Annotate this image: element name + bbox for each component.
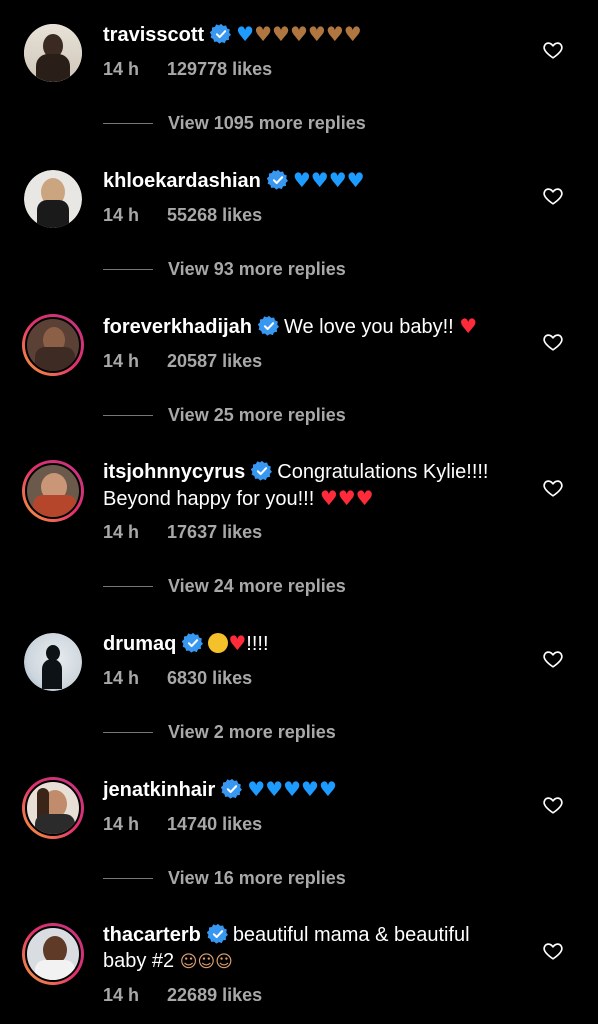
comment-text-line2: Beyond happy for you!!! (103, 488, 315, 510)
heart-outline-icon[interactable] (542, 185, 564, 207)
heart-outline-icon[interactable] (542, 331, 564, 353)
red-heart-emojis: ♥♥♥ (319, 486, 374, 510)
divider-line (103, 732, 153, 733)
comment-time: 14 h (103, 814, 140, 834)
likes-count[interactable]: 20587 likes (167, 351, 262, 371)
username[interactable]: jenatkinhair (103, 779, 215, 801)
username[interactable]: travisscott (103, 24, 204, 46)
username[interactable]: itsjohnnycyrus (103, 461, 245, 483)
username[interactable]: khloekardashian (103, 170, 261, 192)
avatar-story-ring[interactable] (22, 777, 84, 839)
username[interactable]: drumaq (103, 633, 176, 655)
likes-count[interactable]: 6830 likes (167, 668, 252, 688)
view-replies-button[interactable]: View 25 more replies (103, 405, 346, 426)
comment-time: 14 h (103, 205, 140, 225)
comment-time: 14 h (103, 59, 140, 79)
avatar[interactable] (24, 24, 82, 82)
avatar[interactable] (24, 170, 82, 228)
pleading-face-emoji (208, 633, 229, 653)
avatar[interactable] (24, 633, 82, 691)
comment-text: beautiful mama & beautiful (232, 924, 470, 946)
heart-outline-icon[interactable] (542, 39, 564, 61)
blue-heart-emojis: ♥♥♥♥♥ (247, 777, 337, 801)
comment-text: We love you baby!! (283, 316, 454, 338)
username[interactable]: foreverkhadijah (103, 316, 252, 338)
red-heart-emoji: ♥ (228, 631, 247, 655)
verified-badge-icon (182, 632, 204, 654)
verified-badge-icon (221, 778, 243, 800)
verified-badge-icon (207, 923, 229, 945)
divider-line (103, 123, 153, 124)
divider-line (103, 878, 153, 879)
verified-badge-icon (258, 315, 280, 337)
comment-text-line2: baby #2 (103, 950, 175, 972)
view-replies-label: View 93 more replies (168, 259, 346, 279)
likes-count[interactable]: 55268 likes (167, 205, 262, 225)
divider-line (103, 269, 153, 270)
heart-outline-icon[interactable] (542, 648, 564, 670)
baby-angel-emojis: ☺☺☺ (179, 952, 233, 972)
avatar-story-ring[interactable] (22, 460, 84, 522)
view-replies-button[interactable]: View 16 more replies (103, 868, 346, 889)
red-heart-emoji: ♥ (459, 314, 478, 338)
comment-time: 14 h (103, 522, 140, 542)
likes-count[interactable]: 17637 likes (167, 522, 262, 542)
avatar-story-ring[interactable] (22, 314, 84, 376)
heart-outline-icon[interactable] (542, 794, 564, 816)
comment-text: Congratulations Kylie!!!! (277, 461, 489, 483)
likes-count[interactable]: 129778 likes (167, 59, 272, 79)
view-replies-label: View 24 more replies (168, 576, 346, 596)
heart-outline-icon[interactable] (542, 940, 564, 962)
likes-count[interactable]: 22689 likes (167, 985, 262, 1005)
view-replies-label: View 2 more replies (168, 722, 336, 742)
comment-time: 14 h (103, 351, 140, 371)
verified-badge-icon (210, 23, 232, 45)
username[interactable]: thacarterb (103, 924, 201, 946)
comment-time: 14 h (103, 985, 140, 1005)
view-replies-label: View 16 more replies (168, 868, 346, 888)
verified-badge-icon (267, 169, 289, 191)
view-replies-button[interactable]: View 2 more replies (103, 722, 336, 743)
divider-line (103, 586, 153, 587)
comment-time: 14 h (103, 668, 140, 688)
verified-badge-icon (251, 460, 273, 482)
view-replies-label: View 1095 more replies (168, 113, 366, 133)
divider-line (103, 415, 153, 416)
heart-emojis: ♥♥♥♥♥♥♥ (236, 22, 362, 46)
blue-heart-emojis: ♥♥♥♥ (292, 168, 365, 192)
view-replies-button[interactable]: View 93 more replies (103, 259, 346, 280)
comment-text: !!!! (246, 633, 269, 655)
likes-count[interactable]: 14740 likes (167, 814, 262, 834)
heart-outline-icon[interactable] (542, 477, 564, 499)
view-replies-button[interactable]: View 1095 more replies (103, 113, 366, 134)
avatar-story-ring[interactable] (22, 923, 84, 985)
view-replies-label: View 25 more replies (168, 405, 346, 425)
view-replies-button[interactable]: View 24 more replies (103, 576, 346, 597)
